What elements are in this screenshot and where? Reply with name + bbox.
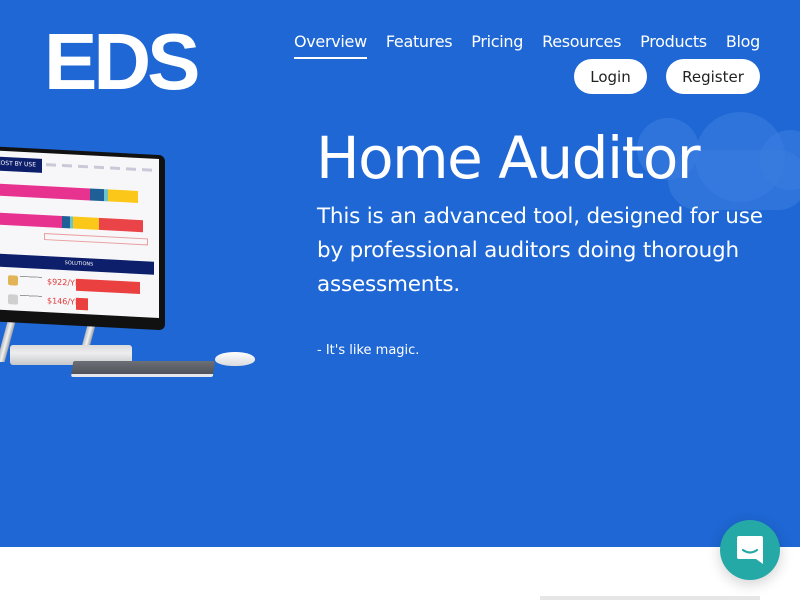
hero-section: EDS Overview Features Pricing Resources … (0, 0, 800, 547)
keyboard (70, 361, 216, 377)
screen-bar (0, 210, 149, 233)
nav-pricing[interactable]: Pricing (471, 32, 523, 59)
nav-products[interactable]: Products (640, 32, 707, 59)
screen-item-bar (76, 297, 88, 311)
below-fold-content (540, 596, 760, 600)
nav-blog[interactable]: Blog (726, 32, 760, 59)
auth-buttons: Login Register (574, 59, 760, 94)
hero-title: Home Auditor (316, 124, 701, 192)
hero-description: This is an advanced tool, designed for u… (317, 204, 763, 297)
lighting-icon (8, 294, 18, 305)
insulation-icon (8, 275, 18, 286)
main-nav: Overview Features Pricing Resources Prod… (275, 32, 760, 59)
register-button[interactable]: Register (666, 59, 760, 94)
monitor: COST BY USE SOLUTIONS $922/YR $146/YR (0, 144, 165, 331)
screen-legend (46, 163, 156, 172)
nav-features[interactable]: Features (386, 32, 453, 59)
chat-bubble-smile-icon (737, 536, 763, 564)
screen-solutions-header: SOLUTIONS (0, 251, 154, 275)
screen-bar (0, 181, 144, 203)
screen-item-label (20, 275, 42, 280)
eds-logo[interactable]: EDS (44, 22, 200, 102)
mouse (215, 352, 255, 366)
screen-item-bar (76, 278, 140, 295)
nav-resources[interactable]: Resources (542, 32, 621, 59)
chat-launcher-button[interactable] (720, 520, 780, 580)
screen-item-label (20, 294, 42, 299)
nav-overview[interactable]: Overview (293, 32, 367, 59)
hero-tagline: - It's like magic. (317, 343, 420, 358)
screen-note (44, 233, 148, 246)
screen-header: COST BY USE (0, 154, 42, 173)
monitor-screen: COST BY USE SOLUTIONS $922/YR $146/YR (0, 148, 159, 319)
login-button[interactable]: Login (574, 59, 647, 94)
